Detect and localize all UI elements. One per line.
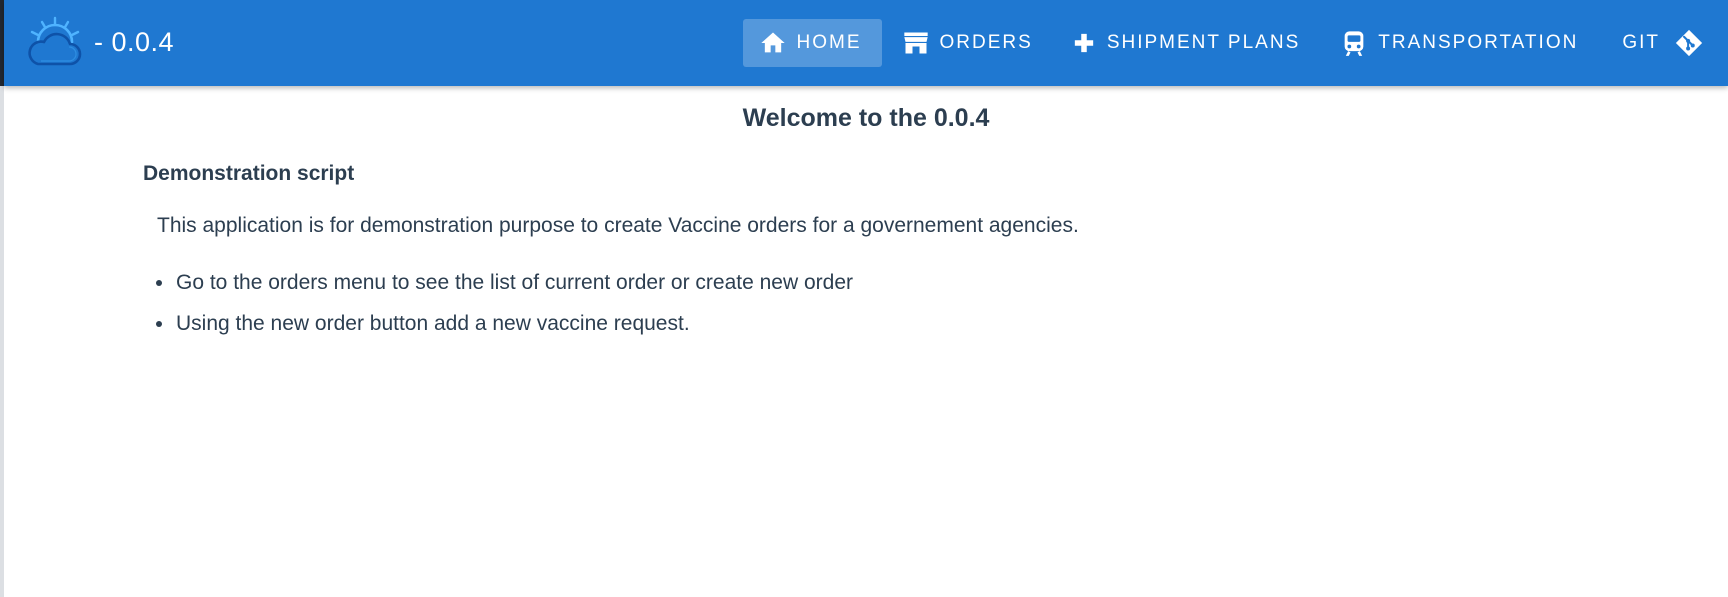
plus-icon bbox=[1074, 33, 1093, 53]
page: - 0.0.4 HOME ORDERS SHIPMENT PLANS TRANS… bbox=[0, 0, 1728, 597]
main-content: Welcome to the 0.0.4 Demonstration scrip… bbox=[4, 86, 1728, 597]
list-item-text: Using the new order button add a new vac… bbox=[176, 312, 690, 335]
nav-home-label: HOME bbox=[796, 32, 862, 53]
app-version: - 0.0.4 bbox=[94, 26, 175, 57]
bullet bbox=[156, 321, 162, 327]
home-icon bbox=[760, 32, 785, 53]
page-title: Welcome to the 0.0.4 bbox=[742, 104, 990, 132]
nav-home[interactable]: HOME bbox=[742, 19, 882, 67]
app-toolbar: - 0.0.4 HOME ORDERS SHIPMENT PLANS TRANS… bbox=[4, 0, 1728, 86]
store-icon bbox=[903, 32, 928, 54]
steps-list: Go to the orders menu to see the list of… bbox=[156, 270, 853, 352]
nav-shipment-plans[interactable]: SHIPMENT PLANS bbox=[1057, 19, 1320, 67]
section-title: Demonstration script bbox=[143, 162, 355, 185]
bullet bbox=[156, 280, 162, 286]
nav-transportation[interactable]: TRANSPORTATION bbox=[1324, 19, 1598, 67]
nav-git[interactable]: GIT bbox=[1602, 19, 1728, 67]
list-item-text: Go to the orders menu to see the list of… bbox=[176, 271, 854, 294]
list-item: Using the new order button add a new vac… bbox=[156, 311, 853, 337]
nav-transportation-label: TRANSPORTATION bbox=[1378, 32, 1579, 53]
brand[interactable]: - 0.0.4 bbox=[24, 16, 174, 68]
main-nav: HOME ORDERS SHIPMENT PLANS TRANSPORTATIO… bbox=[739, 0, 1728, 86]
cloud-logo-icon bbox=[28, 16, 82, 66]
git-icon bbox=[1675, 29, 1703, 57]
nav-git-label: GIT bbox=[1622, 32, 1660, 53]
train-icon bbox=[1344, 31, 1364, 56]
intro-text: This application is for demonstration pu… bbox=[157, 214, 1079, 237]
list-item: Go to the orders menu to see the list of… bbox=[156, 270, 853, 296]
nav-orders[interactable]: ORDERS bbox=[886, 19, 1053, 67]
nav-orders-label: ORDERS bbox=[939, 32, 1033, 53]
nav-shipment-plans-label: SHIPMENT PLANS bbox=[1106, 32, 1301, 53]
